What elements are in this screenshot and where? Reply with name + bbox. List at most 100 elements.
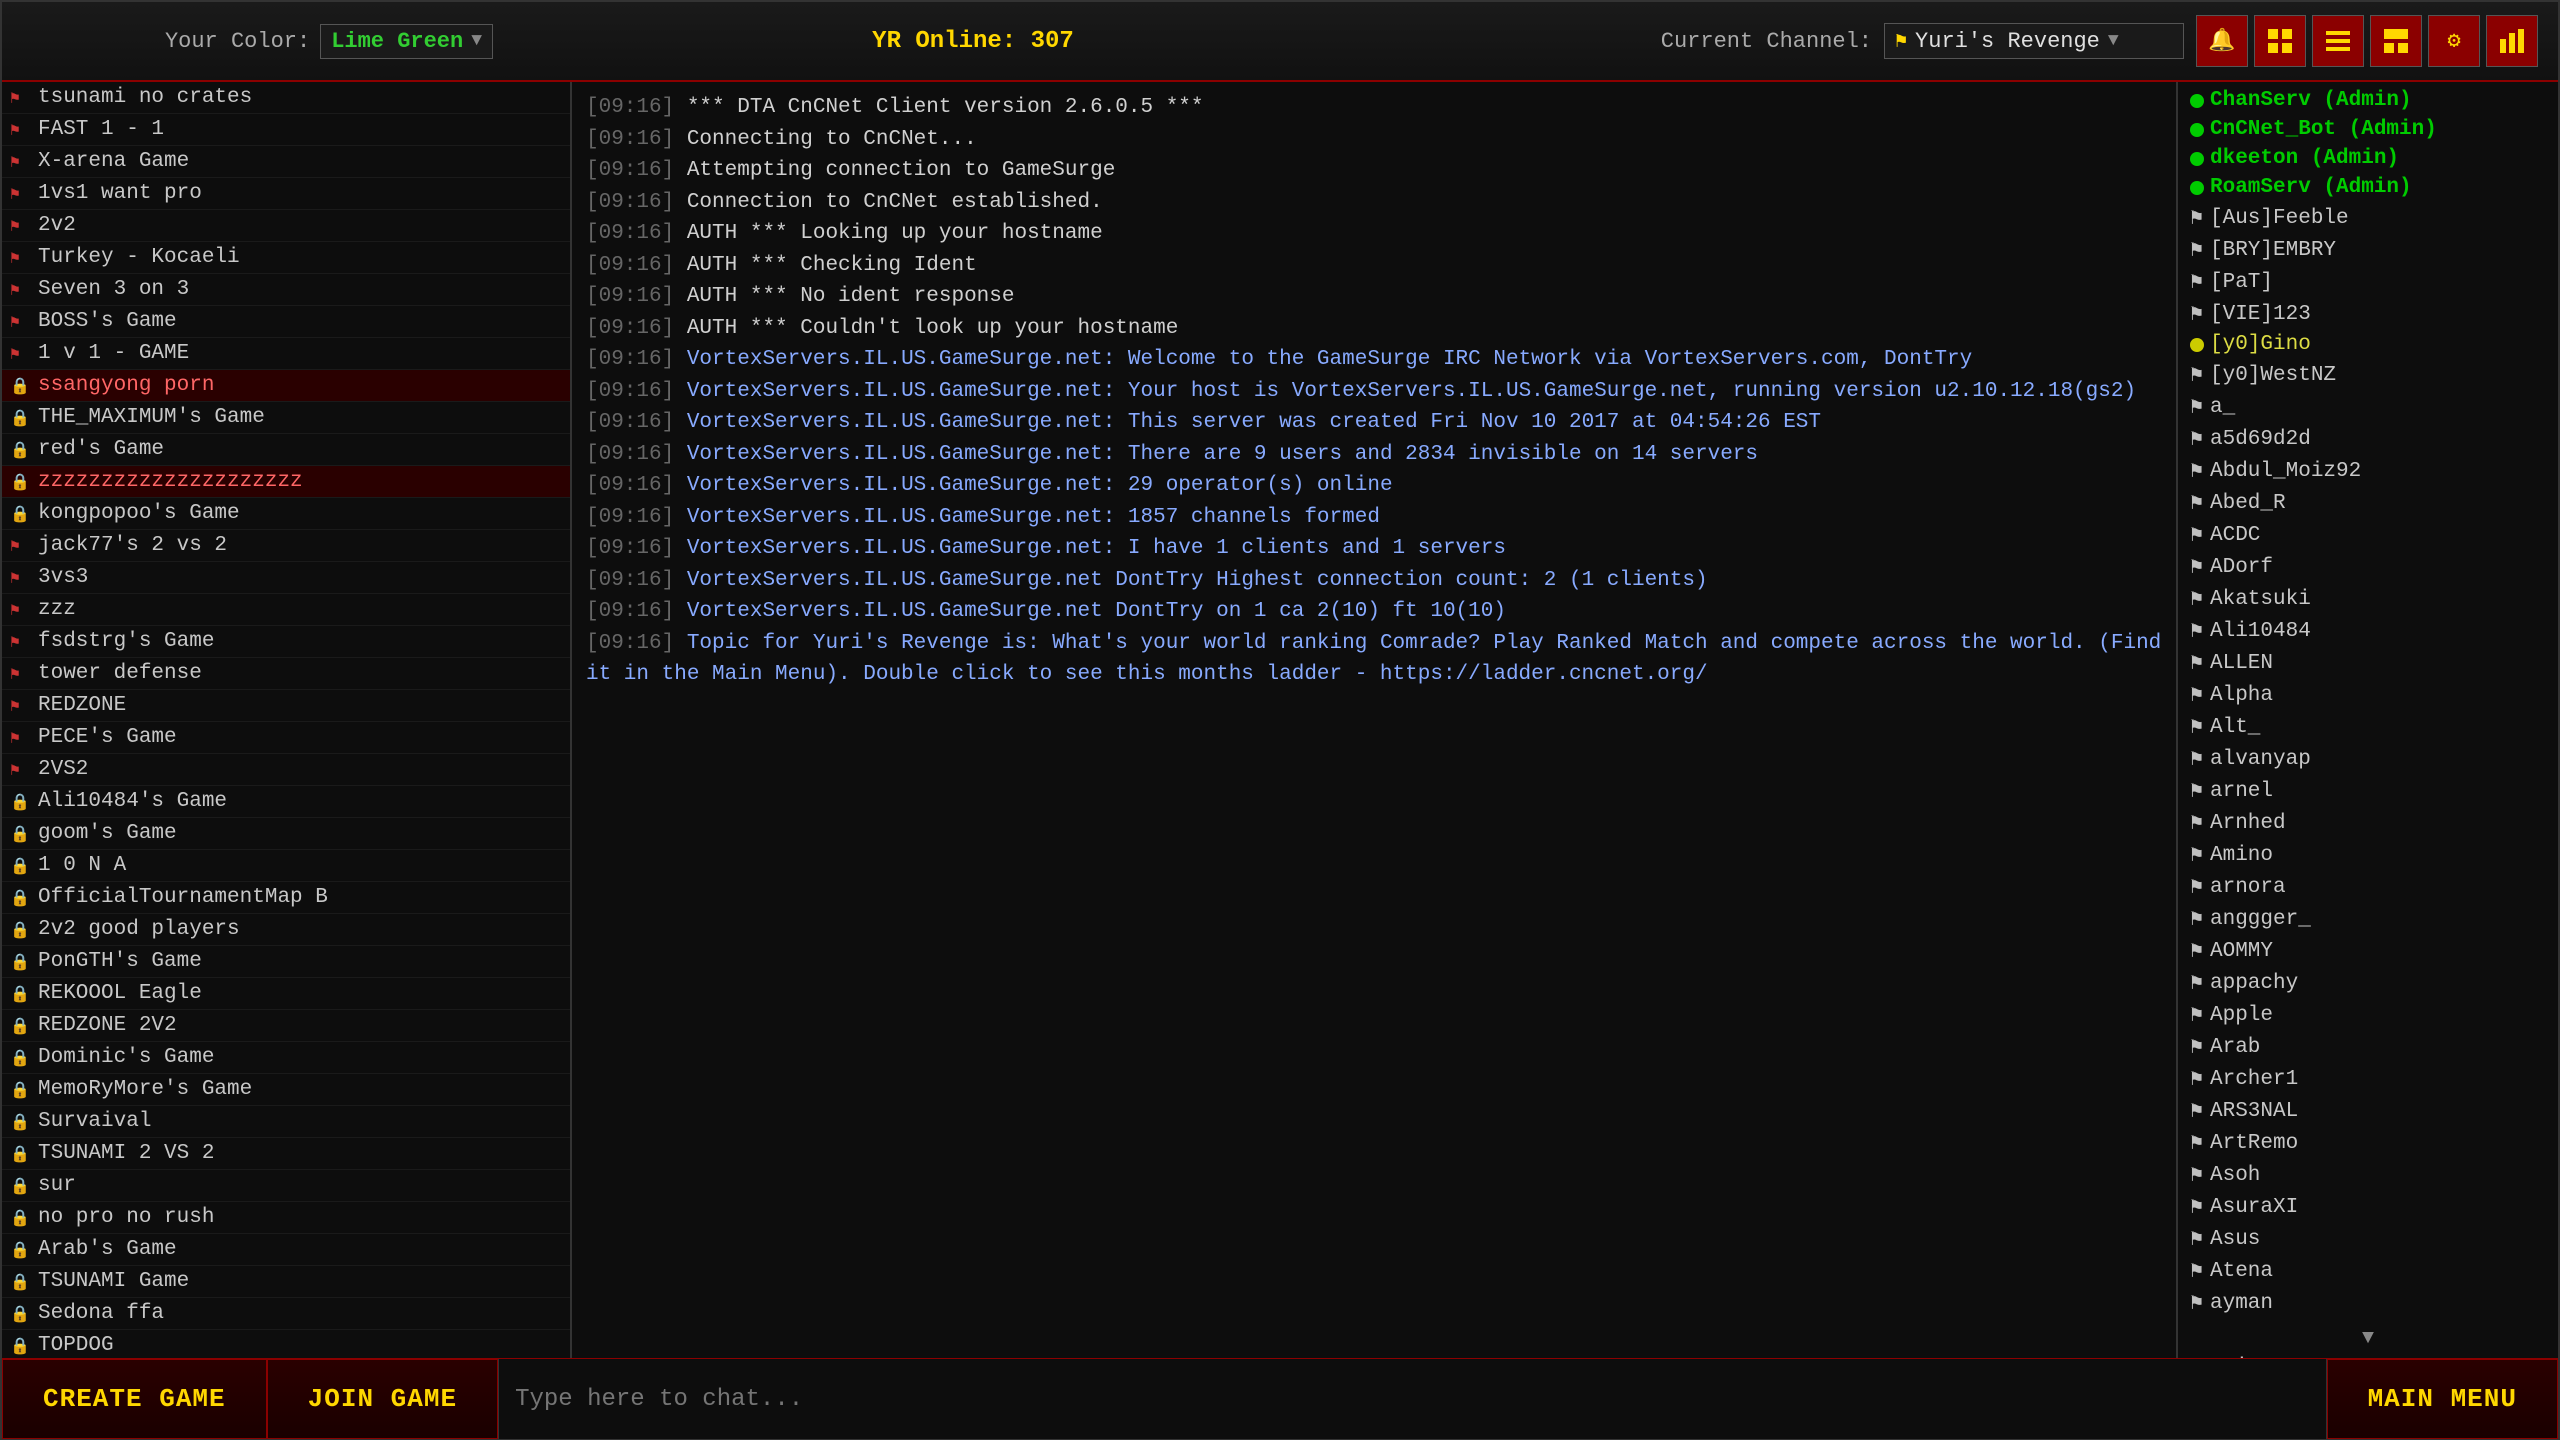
- game-list-item[interactable]: ⚑tower defense: [2, 658, 570, 690]
- game-list-item[interactable]: 🔒sur: [2, 1170, 570, 1202]
- player-item[interactable]: ⚑ACDC: [2184, 519, 2552, 551]
- game-list-item[interactable]: ⚑zzz: [2, 594, 570, 626]
- player-item[interactable]: ⚑a_: [2184, 391, 2552, 423]
- player-item[interactable]: ⚑Asoh: [2184, 1159, 2552, 1191]
- list-icon-btn[interactable]: [2312, 15, 2364, 67]
- player-item[interactable]: ⚑ADorf: [2184, 551, 2552, 583]
- game-list-item[interactable]: ⚑1vs1 want pro: [2, 178, 570, 210]
- chart-icon-btn[interactable]: [2486, 15, 2538, 67]
- chat-time: [09:16]: [586, 348, 674, 371]
- game-list-item[interactable]: 🔒REDZONE 2V2: [2, 1010, 570, 1042]
- game-list-item[interactable]: ⚑FAST 1 - 1: [2, 114, 570, 146]
- game-list-item[interactable]: ⚑Turkey - Kocaeli: [2, 242, 570, 274]
- player-item[interactable]: ⚑Asus: [2184, 1223, 2552, 1255]
- player-item[interactable]: RoamServ (Admin): [2184, 173, 2552, 202]
- player-item[interactable]: ⚑Archer1: [2184, 1063, 2552, 1095]
- flag-icon: ⚑: [10, 248, 30, 268]
- player-item[interactable]: dkeeton (Admin): [2184, 144, 2552, 173]
- game-list-item[interactable]: 🔒Survaival: [2, 1106, 570, 1138]
- player-item[interactable]: ⚑Atena: [2184, 1255, 2552, 1287]
- game-list-item[interactable]: 🔒PonGTH's Game: [2, 946, 570, 978]
- color-dropdown[interactable]: Lime Green ▼: [320, 24, 493, 59]
- game-list-item[interactable]: 🔒Sedona ffa: [2, 1298, 570, 1330]
- player-item[interactable]: ⚑[PaT]: [2184, 266, 2552, 298]
- player-item[interactable]: ⚑AOMMY: [2184, 935, 2552, 967]
- player-item[interactable]: ⚑ayman: [2184, 1287, 2552, 1319]
- game-list-item[interactable]: ⚑Seven 3 on 3: [2, 274, 570, 306]
- game-list-item[interactable]: 🔒goom's Game: [2, 818, 570, 850]
- game-list-scroll[interactable]: ⚑tsunami no crates⚑FAST 1 - 1⚑X-arena Ga…: [2, 82, 570, 1358]
- bell-icon-btn[interactable]: 🔔: [2196, 15, 2248, 67]
- player-item[interactable]: ⚑anggger_: [2184, 903, 2552, 935]
- game-list-item[interactable]: 🔒kongpopoo's Game: [2, 498, 570, 530]
- player-item[interactable]: ⚑arnel: [2184, 775, 2552, 807]
- game-list-item[interactable]: ⚑X-arena Game: [2, 146, 570, 178]
- player-item[interactable]: ⚑ArtRemo: [2184, 1127, 2552, 1159]
- game-list-item[interactable]: 🔒THE_MAXIMUM's Game: [2, 402, 570, 434]
- game-list-item[interactable]: ⚑REDZONE: [2, 690, 570, 722]
- game-list-item[interactable]: ⚑3vs3: [2, 562, 570, 594]
- player-item[interactable]: ⚑Ali10484: [2184, 615, 2552, 647]
- game-list-item[interactable]: ⚑1 v 1 - GAME: [2, 338, 570, 370]
- create-game-button[interactable]: Create Game: [2, 1359, 267, 1439]
- game-list-item[interactable]: ⚑2VS2: [2, 754, 570, 786]
- player-item[interactable]: ⚑arnora: [2184, 871, 2552, 903]
- game-list-item[interactable]: 🔒OfficialTournamentMap B: [2, 882, 570, 914]
- player-item[interactable]: ⚑Apple: [2184, 999, 2552, 1031]
- player-item[interactable]: ⚑ARS3NAL: [2184, 1095, 2552, 1127]
- channel-dropdown[interactable]: ⚑ Yuri's Revenge ▼: [1884, 23, 2184, 59]
- layout-icon-btn[interactable]: [2370, 15, 2422, 67]
- game-list-item[interactable]: 🔒Arab's Game: [2, 1234, 570, 1266]
- game-list-item[interactable]: 🔒red's Game: [2, 434, 570, 466]
- main-menu-button[interactable]: Main Menu: [2327, 1359, 2558, 1439]
- game-list-item[interactable]: ⚑jack77's 2 vs 2: [2, 530, 570, 562]
- player-name-label: [y0]WestNZ: [2210, 364, 2336, 387]
- player-item[interactable]: ⚑Alt_: [2184, 711, 2552, 743]
- player-item[interactable]: ⚑Arab: [2184, 1031, 2552, 1063]
- game-list-item[interactable]: 🔒REKOOOL Eagle: [2, 978, 570, 1010]
- player-item[interactable]: ⚑[y0]WestNZ: [2184, 359, 2552, 391]
- player-item[interactable]: CnCNet_Bot (Admin): [2184, 115, 2552, 144]
- player-item[interactable]: ⚑Arnhed: [2184, 807, 2552, 839]
- grid-icon-btn[interactable]: [2254, 15, 2306, 67]
- player-item[interactable]: ⚑AsuraXI: [2184, 1191, 2552, 1223]
- player-item[interactable]: ⚑[Aus]Feeble: [2184, 202, 2552, 234]
- player-item[interactable]: ⚑alvanyap: [2184, 743, 2552, 775]
- chat-input[interactable]: [515, 1386, 2309, 1413]
- game-list-item[interactable]: 🔒ssangyong porn: [2, 370, 570, 402]
- game-list-item[interactable]: 🔒TSUNAMI Game: [2, 1266, 570, 1298]
- settings-icon-btn[interactable]: ⚙: [2428, 15, 2480, 67]
- player-item[interactable]: ⚑Alpha: [2184, 679, 2552, 711]
- game-list-item[interactable]: 🔒TOPDOG: [2, 1330, 570, 1358]
- player-item[interactable]: ⚑a5d69d2d: [2184, 423, 2552, 455]
- game-list-item[interactable]: 🔒MemoRyMore's Game: [2, 1074, 570, 1106]
- player-item[interactable]: ⚑appachy: [2184, 967, 2552, 999]
- game-list-item[interactable]: 🔒TSUNAMI 2 VS 2: [2, 1138, 570, 1170]
- player-item[interactable]: ⚑Amino: [2184, 839, 2552, 871]
- game-list-item[interactable]: ⚑BOSS's Game: [2, 306, 570, 338]
- player-item[interactable]: ⚑Akatsuki: [2184, 583, 2552, 615]
- player-item[interactable]: ⚑Abdul_Moiz92: [2184, 455, 2552, 487]
- game-list-item[interactable]: ⚑tsunami no crates: [2, 82, 570, 114]
- player-scroll-down-arrow[interactable]: ▼: [2184, 1323, 2552, 1354]
- game-list-item[interactable]: 🔒no pro no rush: [2, 1202, 570, 1234]
- player-item[interactable]: ⚑ALLEN: [2184, 647, 2552, 679]
- player-item[interactable]: ChanServ (Admin): [2184, 86, 2552, 115]
- game-list-item[interactable]: 🔒2v2 good players: [2, 914, 570, 946]
- chat-message: [09:16] VortexServers.IL.US.GameSurge.ne…: [586, 439, 2162, 471]
- join-game-button[interactable]: Join Game: [267, 1359, 498, 1439]
- game-list-item[interactable]: ⚑2v2: [2, 210, 570, 242]
- game-list-item[interactable]: ⚑fsdstrg's Game: [2, 626, 570, 658]
- game-list-item[interactable]: 🔒zzzzzzzzzzzzzzzzzzzzz: [2, 466, 570, 498]
- lock-icon: 🔒: [10, 376, 30, 396]
- game-list-item[interactable]: ⚑PECE's Game: [2, 722, 570, 754]
- game-list-item[interactable]: 🔒1 0 N A: [2, 850, 570, 882]
- player-item[interactable]: [y0]Gino: [2184, 330, 2552, 359]
- game-list-item[interactable]: 🔒Dominic's Game: [2, 1042, 570, 1074]
- player-item[interactable]: ⚑Abed_R: [2184, 487, 2552, 519]
- player-list-scroll[interactable]: ChanServ (Admin) CnCNet_Bot (Admin) dkee…: [2178, 82, 2558, 1358]
- game-list-item[interactable]: 🔒Ali10484's Game: [2, 786, 570, 818]
- game-name-label: tsunami no crates: [38, 86, 252, 109]
- player-item[interactable]: ⚑[VIE]123: [2184, 298, 2552, 330]
- player-item[interactable]: ⚑[BRY]EMBRY: [2184, 234, 2552, 266]
